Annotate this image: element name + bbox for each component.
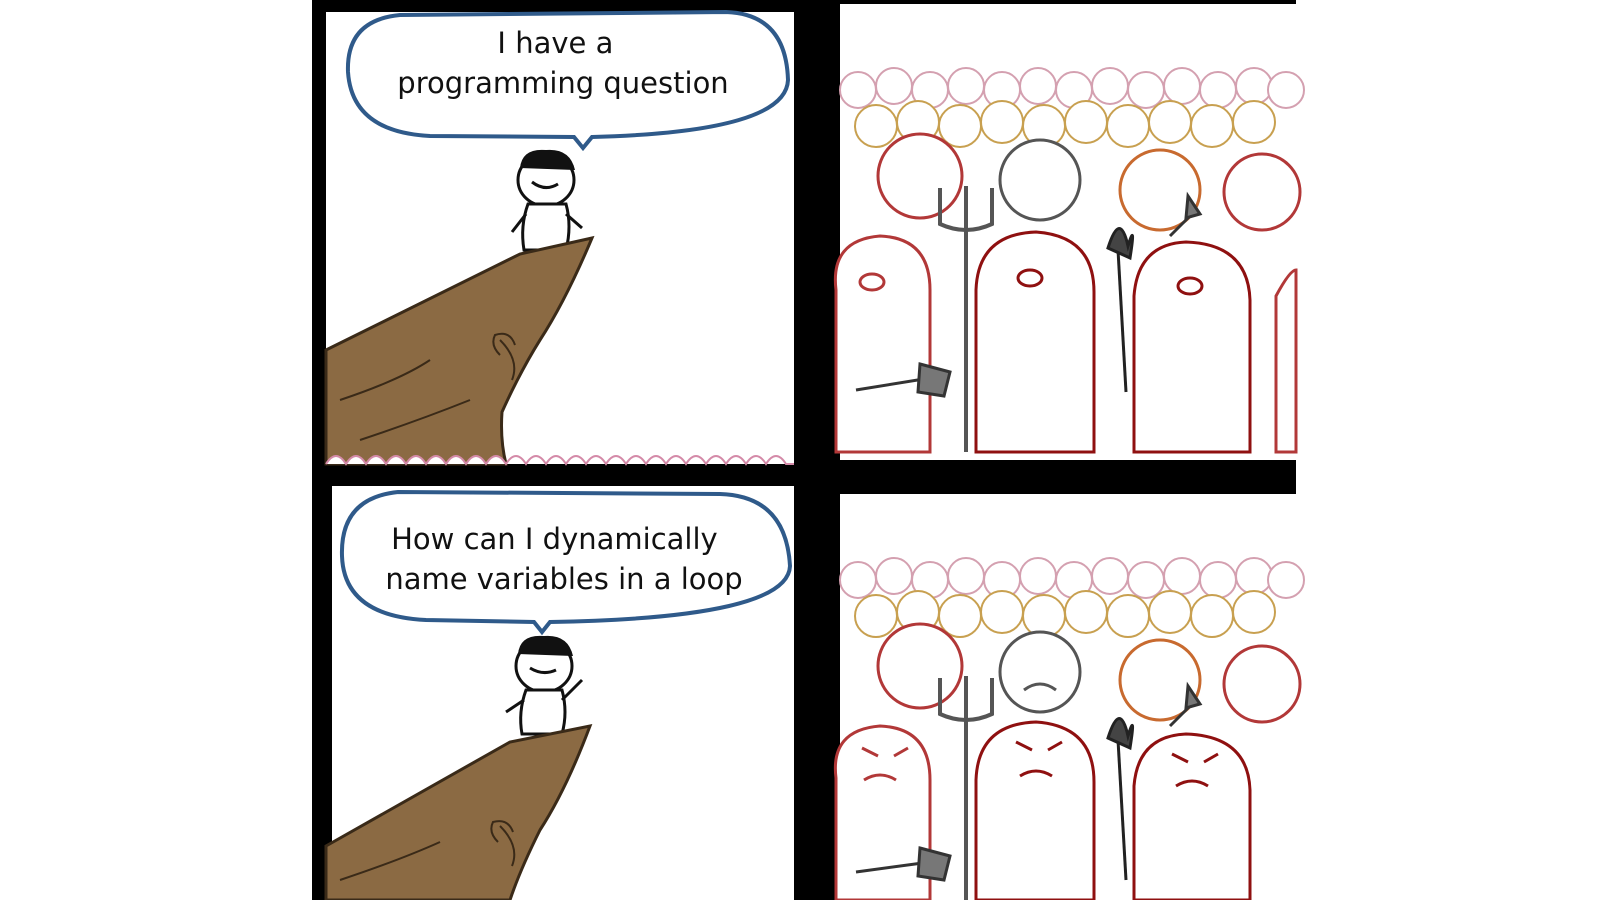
crowd-front-row-2: [833, 230, 1298, 454]
panel-4: [833, 494, 1305, 900]
panel-2: [833, 4, 1305, 460]
comic-strip: I have a programming question How can I …: [312, 0, 1305, 900]
speech-line-3b: name variables in a loop: [385, 562, 742, 596]
panel-1: I have a programming question: [324, 9, 794, 466]
crowd-front-row-4: [833, 720, 1252, 900]
panel-3: How can I dynamically name variables in …: [324, 486, 794, 900]
speech-line-3a: How can I dynamically: [391, 522, 718, 556]
speech-line-1a: I have a: [497, 26, 613, 60]
speech-line-1b: programming question: [397, 66, 728, 100]
